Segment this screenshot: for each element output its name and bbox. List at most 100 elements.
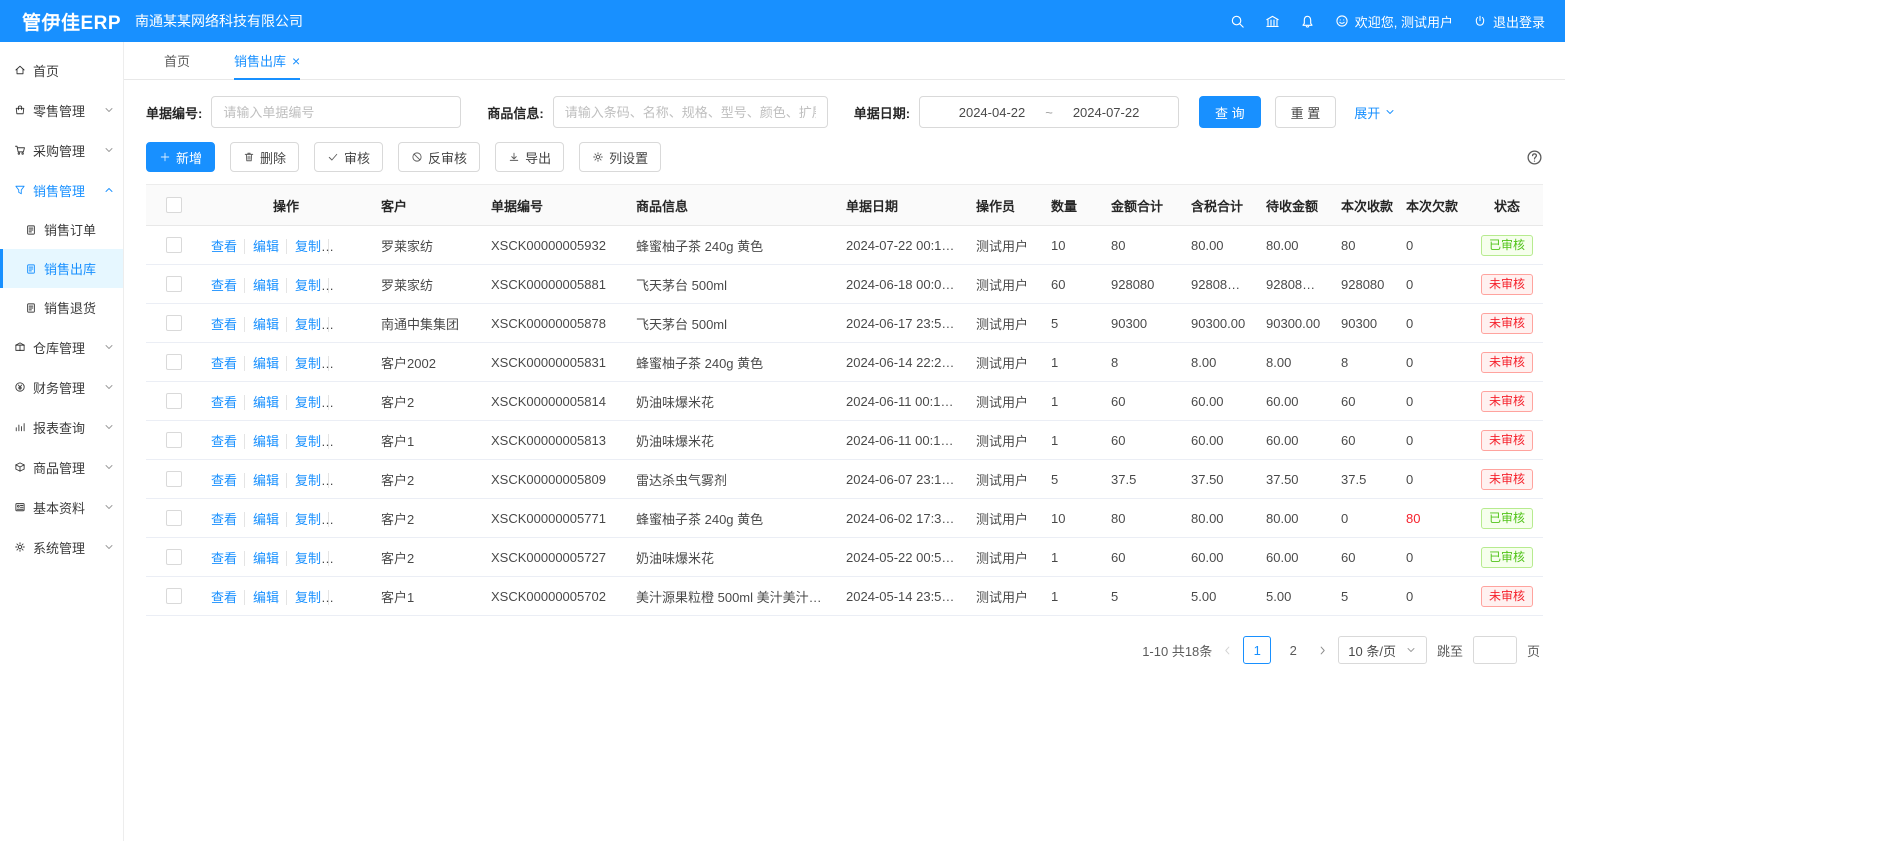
owed-cell: 0 <box>1396 343 1471 382</box>
sidebar-item-sales-order[interactable]: 销售订单 <box>0 210 123 249</box>
download-icon <box>508 151 520 163</box>
date-end-value[interactable]: 2024-07-22 <box>1073 105 1140 120</box>
sidebar-item-home[interactable]: 首页 <box>0 50 123 90</box>
amount-total-cell: 60 <box>1101 421 1181 460</box>
expand-link[interactable]: 展开 <box>1354 103 1396 122</box>
copy-link[interactable]: 复制 <box>286 395 321 410</box>
bank-icon[interactable] <box>1265 14 1280 29</box>
copy-link[interactable]: 复制 <box>286 317 321 332</box>
row-checkbox[interactable] <box>166 354 182 370</box>
copy-link[interactable]: 复制 <box>286 239 321 254</box>
delete-button[interactable]: 删除 <box>230 142 299 172</box>
sidebar-item-label: 销售管理 <box>33 181 85 200</box>
edit-link[interactable]: 编辑 <box>244 512 279 527</box>
view-link[interactable]: 查看 <box>211 434 237 449</box>
received-cell: 60 <box>1331 421 1396 460</box>
amount-total-cell: 37.5 <box>1101 460 1181 499</box>
copy-link[interactable]: 复制 <box>286 356 321 371</box>
row-checkbox[interactable] <box>166 471 182 487</box>
product-info-input[interactable] <box>553 96 828 128</box>
owed-cell: 0 <box>1396 421 1471 460</box>
layout: 首页零售管理采购管理销售管理销售订单销售出库销售退货仓库管理财务管理报表查询商品… <box>0 42 1565 841</box>
user-welcome[interactable]: 欢迎您, 测试用户 <box>1335 12 1453 31</box>
operations-cell: 查看编辑复制删除 <box>201 382 371 421</box>
copy-link[interactable]: 复制 <box>286 278 321 293</box>
export-button-label: 导出 <box>525 148 551 167</box>
prev-page-button[interactable] <box>1222 645 1233 656</box>
row-checkbox[interactable] <box>166 588 182 604</box>
jump-page-input[interactable] <box>1473 636 1517 664</box>
copy-link[interactable]: 复制 <box>286 551 321 566</box>
page-button-2[interactable]: 2 <box>1279 636 1307 664</box>
reset-button[interactable]: 重 置 <box>1275 96 1337 128</box>
edit-link[interactable]: 编辑 <box>244 434 279 449</box>
edit-link[interactable]: 编辑 <box>244 239 279 254</box>
app-logo: 管伊佳ERP <box>0 8 123 35</box>
row-checkbox[interactable] <box>166 237 182 253</box>
status-badge: 未审核 <box>1481 430 1533 451</box>
notification-bell-icon[interactable] <box>1300 14 1315 29</box>
edit-link[interactable]: 编辑 <box>244 278 279 293</box>
view-link[interactable]: 查看 <box>211 317 237 332</box>
view-link[interactable]: 查看 <box>211 278 237 293</box>
row-checkbox[interactable] <box>166 510 182 526</box>
date-range-picker[interactable]: 2024-04-22 ~ 2024-07-22 <box>919 96 1179 128</box>
view-link[interactable]: 查看 <box>211 590 237 605</box>
copy-link[interactable]: 复制 <box>286 590 321 605</box>
unaudit-button[interactable]: 反审核 <box>398 142 480 172</box>
row-checkbox[interactable] <box>166 549 182 565</box>
page-size-select[interactable]: 10 条/页 <box>1338 636 1427 664</box>
sidebar-item-purchase[interactable]: 采购管理 <box>0 130 123 170</box>
view-link[interactable]: 查看 <box>211 239 237 254</box>
tab-home[interactable]: 首页 <box>164 42 190 79</box>
select-all-checkbox[interactable] <box>166 197 182 213</box>
logout-button[interactable]: 退出登录 <box>1473 12 1545 31</box>
sidebar-item-sales-outbound[interactable]: 销售出库 <box>0 249 123 288</box>
audit-button[interactable]: 审核 <box>314 142 383 172</box>
column-settings-button[interactable]: 列设置 <box>579 142 661 172</box>
search-icon[interactable] <box>1230 14 1245 29</box>
sidebar-item-finance[interactable]: 财务管理 <box>0 367 123 407</box>
copy-link[interactable]: 复制 <box>286 434 321 449</box>
edit-link[interactable]: 编辑 <box>244 356 279 371</box>
page-button-1[interactable]: 1 <box>1243 636 1271 664</box>
sidebar-item-system[interactable]: 系统管理 <box>0 527 123 567</box>
product-info-cell: 奶油味爆米花 <box>626 538 836 577</box>
help-icon[interactable] <box>1526 149 1543 166</box>
view-link[interactable]: 查看 <box>211 512 237 527</box>
doc-no-input[interactable] <box>211 96 461 128</box>
view-link[interactable]: 查看 <box>211 356 237 371</box>
sidebar-item-sales-return[interactable]: 销售退货 <box>0 288 123 327</box>
edit-link[interactable]: 编辑 <box>244 590 279 605</box>
view-link[interactable]: 查看 <box>211 473 237 488</box>
doc-date-cell: 2024-07-22 00:17:22 <box>836 226 966 265</box>
top-header: 管伊佳ERP 南通某某网络科技有限公司 欢迎您, 测试用户 退出登录 <box>0 0 1565 42</box>
date-start-value[interactable]: 2024-04-22 <box>959 105 1026 120</box>
search-button[interactable]: 查 询 <box>1199 96 1261 128</box>
sidebar-item-warehouse[interactable]: 仓库管理 <box>0 327 123 367</box>
sidebar-item-goods[interactable]: 商品管理 <box>0 447 123 487</box>
sidebar-item-retail[interactable]: 零售管理 <box>0 90 123 130</box>
sidebar-item-basedata[interactable]: 基本资料 <box>0 487 123 527</box>
copy-link[interactable]: 复制 <box>286 512 321 527</box>
row-checkbox[interactable] <box>166 432 182 448</box>
sidebar-item-label: 财务管理 <box>33 378 85 397</box>
close-icon[interactable]: × <box>292 54 300 68</box>
sidebar-item-sales[interactable]: 销售管理 <box>0 170 123 210</box>
edit-link[interactable]: 编辑 <box>244 395 279 410</box>
sidebar-item-report[interactable]: 报表查询 <box>0 407 123 447</box>
row-checkbox[interactable] <box>166 315 182 331</box>
edit-link[interactable]: 编辑 <box>244 317 279 332</box>
edit-link[interactable]: 编辑 <box>244 473 279 488</box>
tab-sales-outbound[interactable]: 销售出库× <box>234 42 300 79</box>
view-link[interactable]: 查看 <box>211 395 237 410</box>
edit-link[interactable]: 编辑 <box>244 551 279 566</box>
amount-total-cell: 60 <box>1101 538 1181 577</box>
row-checkbox[interactable] <box>166 276 182 292</box>
add-button[interactable]: 新增 <box>146 142 215 172</box>
export-button[interactable]: 导出 <box>495 142 564 172</box>
view-link[interactable]: 查看 <box>211 551 237 566</box>
next-page-button[interactable] <box>1317 645 1328 656</box>
row-checkbox[interactable] <box>166 393 182 409</box>
copy-link[interactable]: 复制 <box>286 473 321 488</box>
